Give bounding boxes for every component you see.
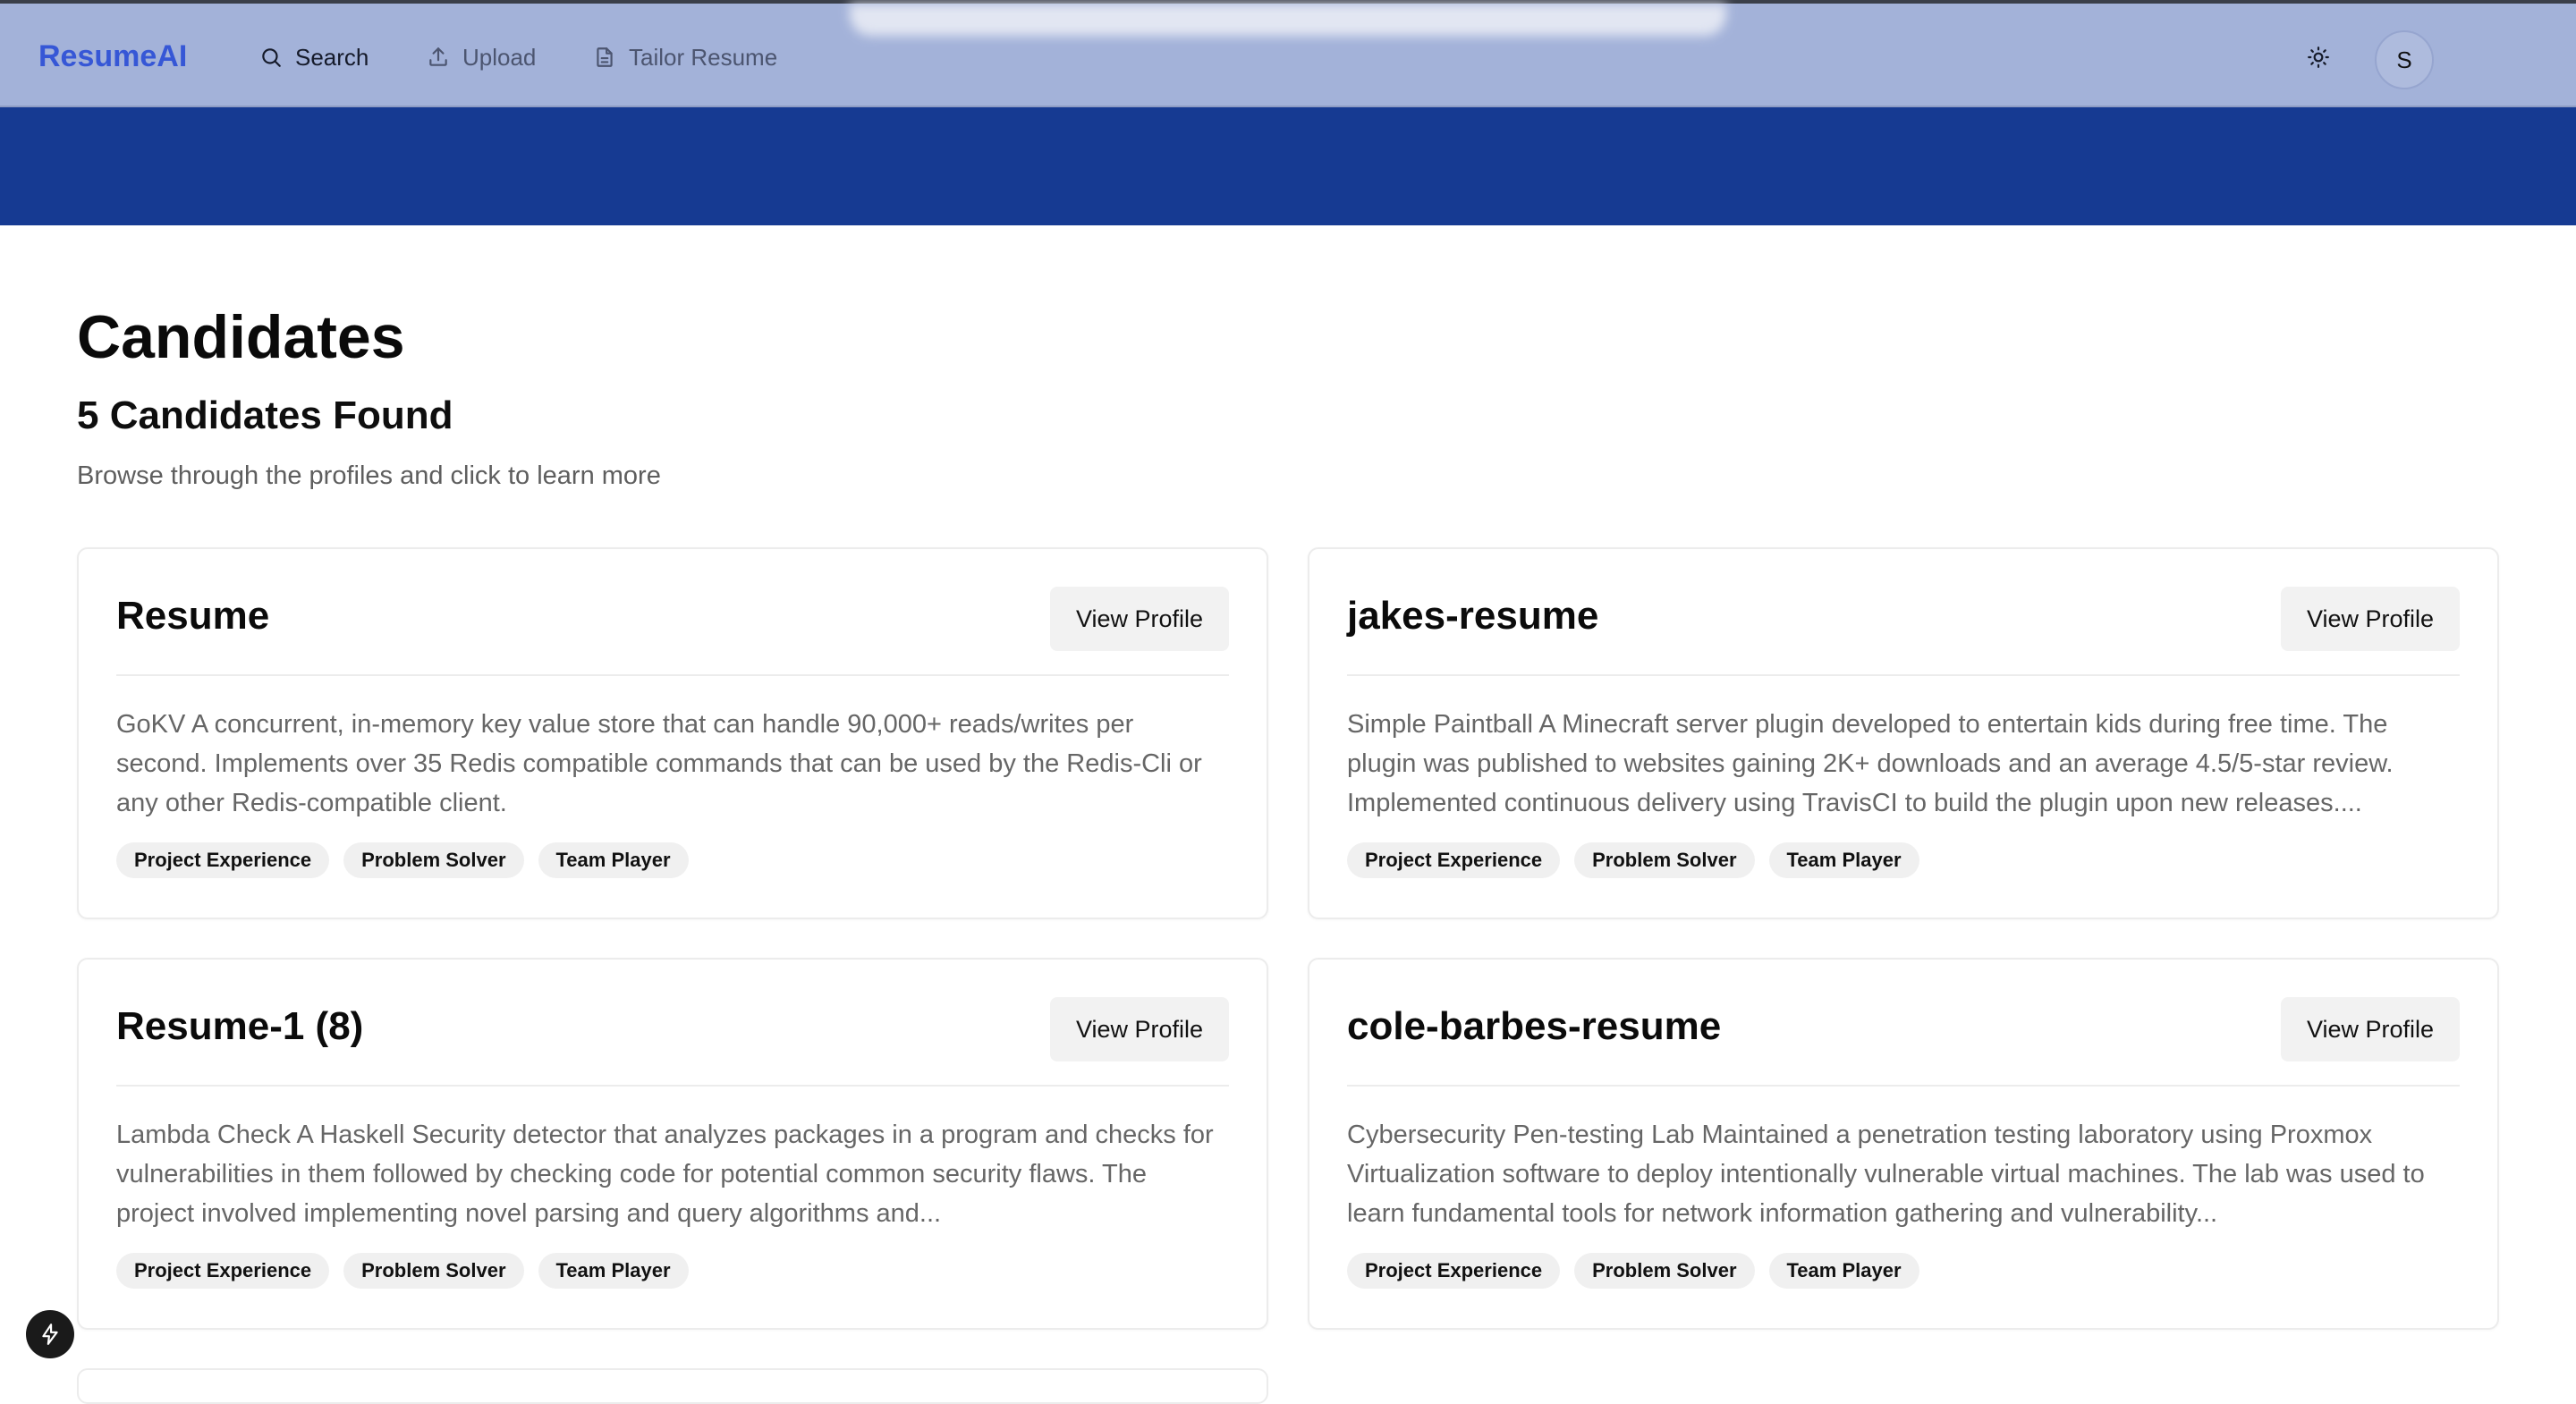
page-title: Candidates	[77, 303, 405, 371]
tag-badge: Team Player	[538, 842, 689, 878]
tag-list: Project Experience Problem Solver Team P…	[116, 1253, 689, 1289]
dev-tools-button[interactable]	[26, 1310, 74, 1358]
tag-badge: Team Player	[538, 1253, 689, 1289]
sun-icon	[2308, 47, 2329, 68]
candidate-name: Resume	[116, 594, 270, 638]
theme-toggle-button[interactable]	[2299, 38, 2338, 77]
hero-banner	[0, 107, 2576, 225]
nav-upload-label: Upload	[462, 43, 537, 71]
app-logo[interactable]: ResumeAI	[38, 39, 187, 74]
candidate-card[interactable]: Resume View Profile GoKV A concurrent, i…	[77, 547, 1268, 919]
nav-upload[interactable]: Upload	[427, 38, 536, 77]
nav-tailor-resume[interactable]: Tailor Resume	[593, 38, 777, 77]
candidate-description: Cybersecurity Pen-testing Lab Maintained…	[1347, 1121, 2425, 1228]
tag-badge: Team Player	[1768, 1253, 1919, 1289]
card-divider	[1347, 1085, 2460, 1087]
upload-icon	[429, 47, 447, 66]
tag-badge: Problem Solver	[343, 1253, 524, 1289]
tag-list: Project Experience Problem Solver Team P…	[116, 842, 689, 878]
candidate-description: Simple Paintball A Minecraft server plug…	[1347, 710, 2394, 817]
tag-badge: Problem Solver	[1574, 1253, 1755, 1289]
bolt-icon	[42, 1324, 58, 1345]
card-divider	[1347, 674, 2460, 676]
view-profile-button[interactable]: View Profile	[1050, 587, 1229, 651]
tag-badge: Project Experience	[1347, 1253, 1561, 1289]
page-subtitle: Browse through the profiles and click to…	[77, 461, 661, 490]
candidate-name: Resume-1 (8)	[116, 1004, 364, 1048]
candidate-name: jakes-resume	[1347, 594, 1599, 638]
candidate-card-partial[interactable]	[77, 1368, 1268, 1404]
candidate-card[interactable]: jakes-resume View Profile Simple Paintba…	[1308, 547, 2499, 919]
tag-badge: Problem Solver	[1574, 842, 1755, 878]
header-highlight	[850, 4, 1726, 36]
view-profile-button[interactable]: View Profile	[1050, 997, 1229, 1061]
tag-badge: Project Experience	[116, 1253, 330, 1289]
tag-list: Project Experience Problem Solver Team P…	[1347, 842, 1919, 878]
top-navigation-bar: ResumeAI Search Upload Tailor Resume S	[0, 0, 2576, 107]
candidate-card[interactable]: Resume-1 (8) View Profile Lambda Check A…	[77, 958, 1268, 1330]
tag-badge: Project Experience	[1347, 842, 1561, 878]
nav-search-label: Search	[295, 43, 369, 71]
document-icon	[597, 47, 613, 67]
candidate-name: cole-barbes-resume	[1347, 1004, 1722, 1048]
tag-badge: Team Player	[1768, 842, 1919, 878]
card-divider	[116, 674, 1229, 676]
view-profile-button[interactable]: View Profile	[2281, 587, 2460, 651]
candidate-description: GoKV A concurrent, in-memory key value s…	[116, 710, 1202, 817]
tag-badge: Project Experience	[116, 842, 330, 878]
candidate-card[interactable]: cole-barbes-resume View Profile Cybersec…	[1308, 958, 2499, 1330]
view-profile-button[interactable]: View Profile	[2281, 997, 2460, 1061]
search-icon	[262, 48, 281, 67]
card-divider	[116, 1085, 1229, 1087]
user-avatar[interactable]: S	[2375, 30, 2434, 89]
nav-search[interactable]: Search	[259, 38, 369, 77]
tag-badge: Problem Solver	[343, 842, 524, 878]
nav-tailor-label: Tailor Resume	[629, 43, 778, 71]
candidates-count: 5 Candidates Found	[77, 393, 453, 437]
candidate-description: Lambda Check A Haskell Security detector…	[116, 1121, 1214, 1228]
tag-list: Project Experience Problem Solver Team P…	[1347, 1253, 1919, 1289]
